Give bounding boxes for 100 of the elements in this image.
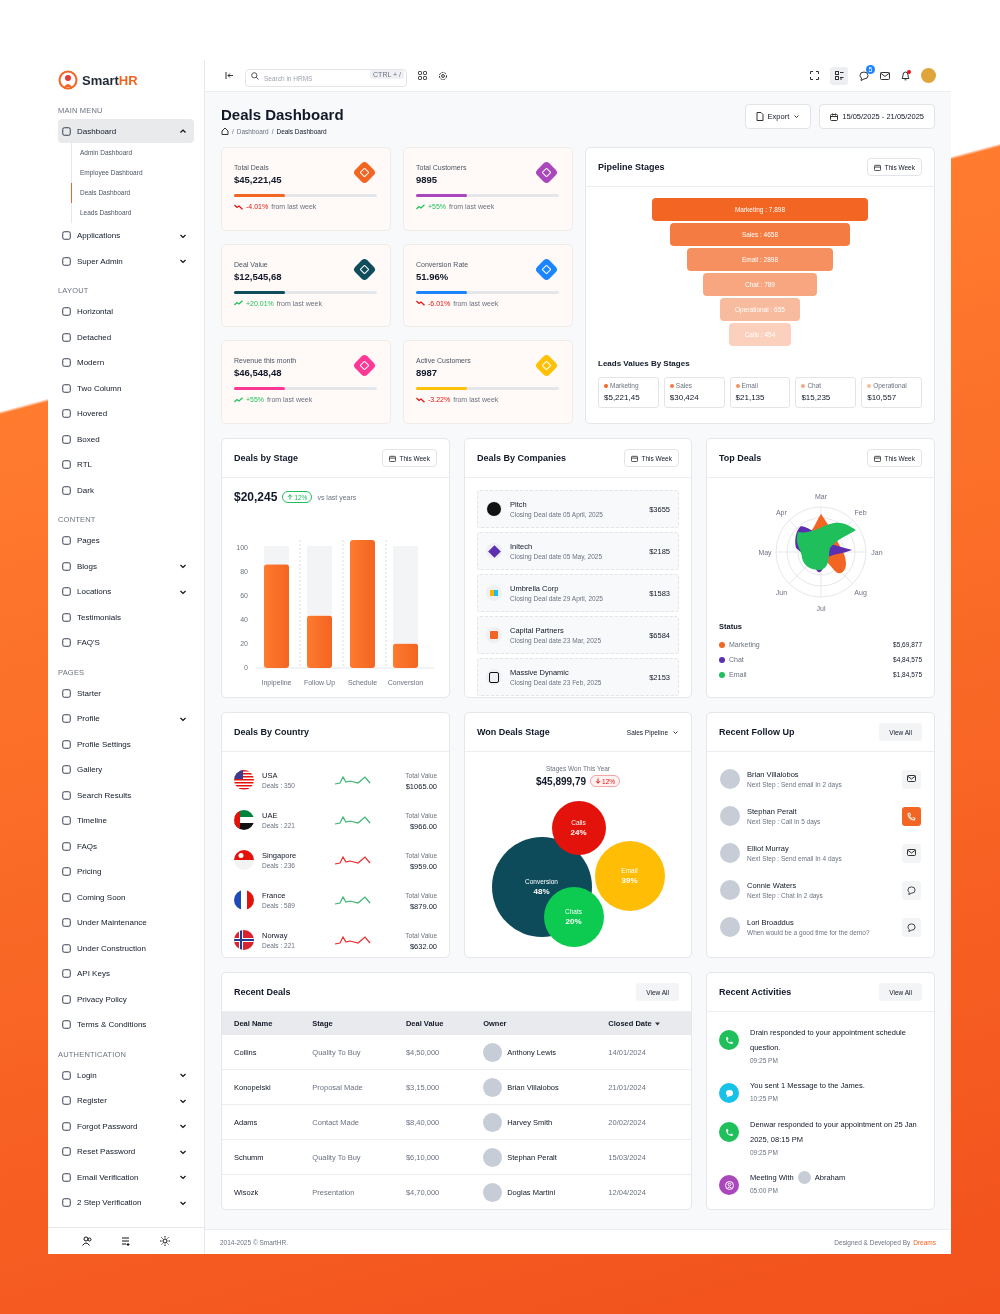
email-button[interactable] [902,843,921,863]
menu-item[interactable]: RTL [58,452,194,478]
grid-icon[interactable] [418,71,427,80]
menu-item[interactable]: Profile Settings [58,731,194,757]
avatar [483,1077,503,1097]
avatar [720,769,740,789]
square-icon [62,765,71,775]
stage-dot [867,383,872,388]
menu-item[interactable]: Pricing [58,859,194,885]
email-button[interactable] [902,769,921,789]
stat-value: 9895 [416,174,439,185]
square-icon [62,841,71,851]
settings-icon[interactable] [438,70,448,81]
square-icon [62,688,71,698]
menu-item[interactable]: Super Admin [58,248,194,274]
collapse-icon[interactable] [225,71,234,80]
menu-item[interactable]: FAQ'S [58,630,194,656]
calendar-icon [830,112,839,121]
page-title: Deals Dashboard [221,106,344,123]
menu-item[interactable]: Reset Password [58,1139,194,1165]
stage-value: $21,135 [735,393,766,402]
square-icon [62,307,71,317]
square-icon [62,587,71,597]
menu-item[interactable]: Detached [58,324,194,350]
apps-button[interactable] [830,66,848,85]
total-value: $20,245 [234,490,278,504]
fullscreen-icon[interactable] [810,71,819,80]
menu-item[interactable]: Blogs [58,553,194,579]
square-icon [62,256,71,266]
chat-button[interactable] [902,880,921,900]
menu-item[interactable]: Boxed [58,426,194,452]
arrow-up-icon [287,494,294,500]
square-icon [62,612,71,622]
square-icon [62,358,71,368]
avatar [720,806,740,826]
call-button[interactable] [902,806,921,826]
menu-item[interactable]: Pages [58,528,194,554]
menu-item[interactable]: Gallery [58,757,194,783]
list-icon[interactable] [121,1236,131,1246]
section-title: Leads Values By Stages [597,358,691,370]
menu-item[interactable]: Forgot Password [58,1113,194,1139]
menu-item[interactable]: Coming Soon [58,884,194,910]
chat-icon[interactable] [859,70,869,81]
home-icon[interactable] [221,127,229,135]
stage-dot [604,383,608,388]
avatar [797,1171,811,1184]
chat-button[interactable] [902,917,921,937]
menu-item[interactable]: Locations [58,579,194,605]
menu-item[interactable]: Horizontal [58,299,194,325]
bar-track [264,546,289,565]
square-icon [62,867,71,877]
menu-item[interactable]: Login [58,1062,194,1088]
menu-item[interactable]: Email Verification [58,1164,194,1190]
bubble-percent: 48% [533,887,550,896]
stage-dot [801,383,806,388]
menu-item[interactable]: Under Construction [58,935,194,961]
menu-item[interactable]: Modern [58,350,194,376]
mail-icon[interactable] [880,71,890,80]
square-icon [62,1198,71,1208]
menu-item[interactable]: Starter [58,680,194,706]
flag-icon [234,850,254,870]
bell-icon[interactable] [901,70,910,81]
menu-item[interactable]: Profile [58,706,194,732]
users-icon[interactable] [82,1236,93,1246]
sun-icon[interactable] [159,1236,170,1246]
menu-item[interactable]: Register [58,1088,194,1114]
square-icon [62,739,71,749]
company-logo-icon [486,501,502,517]
menu-item[interactable]: Search Results [58,782,194,808]
menu-item[interactable]: Timeline [58,808,194,834]
card-title: Deals by Stage [234,453,299,463]
menu-item[interactable]: Dark [58,477,194,503]
square-icon [62,714,71,724]
square-icon [62,1147,71,1157]
menu-item[interactable]: Applications [58,223,194,249]
square-icon [62,994,71,1004]
menu-item[interactable]: Dashboard [58,119,194,143]
menu-item[interactable]: Privacy Policy [58,986,194,1012]
arrow-down-icon [595,778,601,784]
bubble-percent: 39% [621,876,638,885]
menu-item[interactable]: Two Column [58,375,194,401]
square-icon [62,638,71,648]
stage-value: $10,557 [867,393,898,402]
menu-item[interactable]: 2 Step Verification [58,1190,194,1216]
company-logo-icon [486,585,502,601]
card-title: Recent Follow Up [719,727,795,737]
menu-item[interactable]: Hovered [58,401,194,427]
bar [393,643,418,668]
chat-icon [907,885,916,895]
menu-item[interactable]: Testimonials [58,604,194,630]
stage-value: $5,221,45 [604,393,641,402]
flag-icon [234,770,254,790]
apps-icon [834,71,844,80]
menu-item[interactable]: FAQs [58,833,194,859]
stage-dot [669,383,674,388]
menu-item[interactable]: Terms & Conditions [58,1012,194,1038]
calendar-icon [874,454,882,462]
menu-item[interactable]: API Keys [58,961,194,987]
menu-item[interactable]: Under Maintenance [58,910,194,936]
square-icon [62,434,71,444]
